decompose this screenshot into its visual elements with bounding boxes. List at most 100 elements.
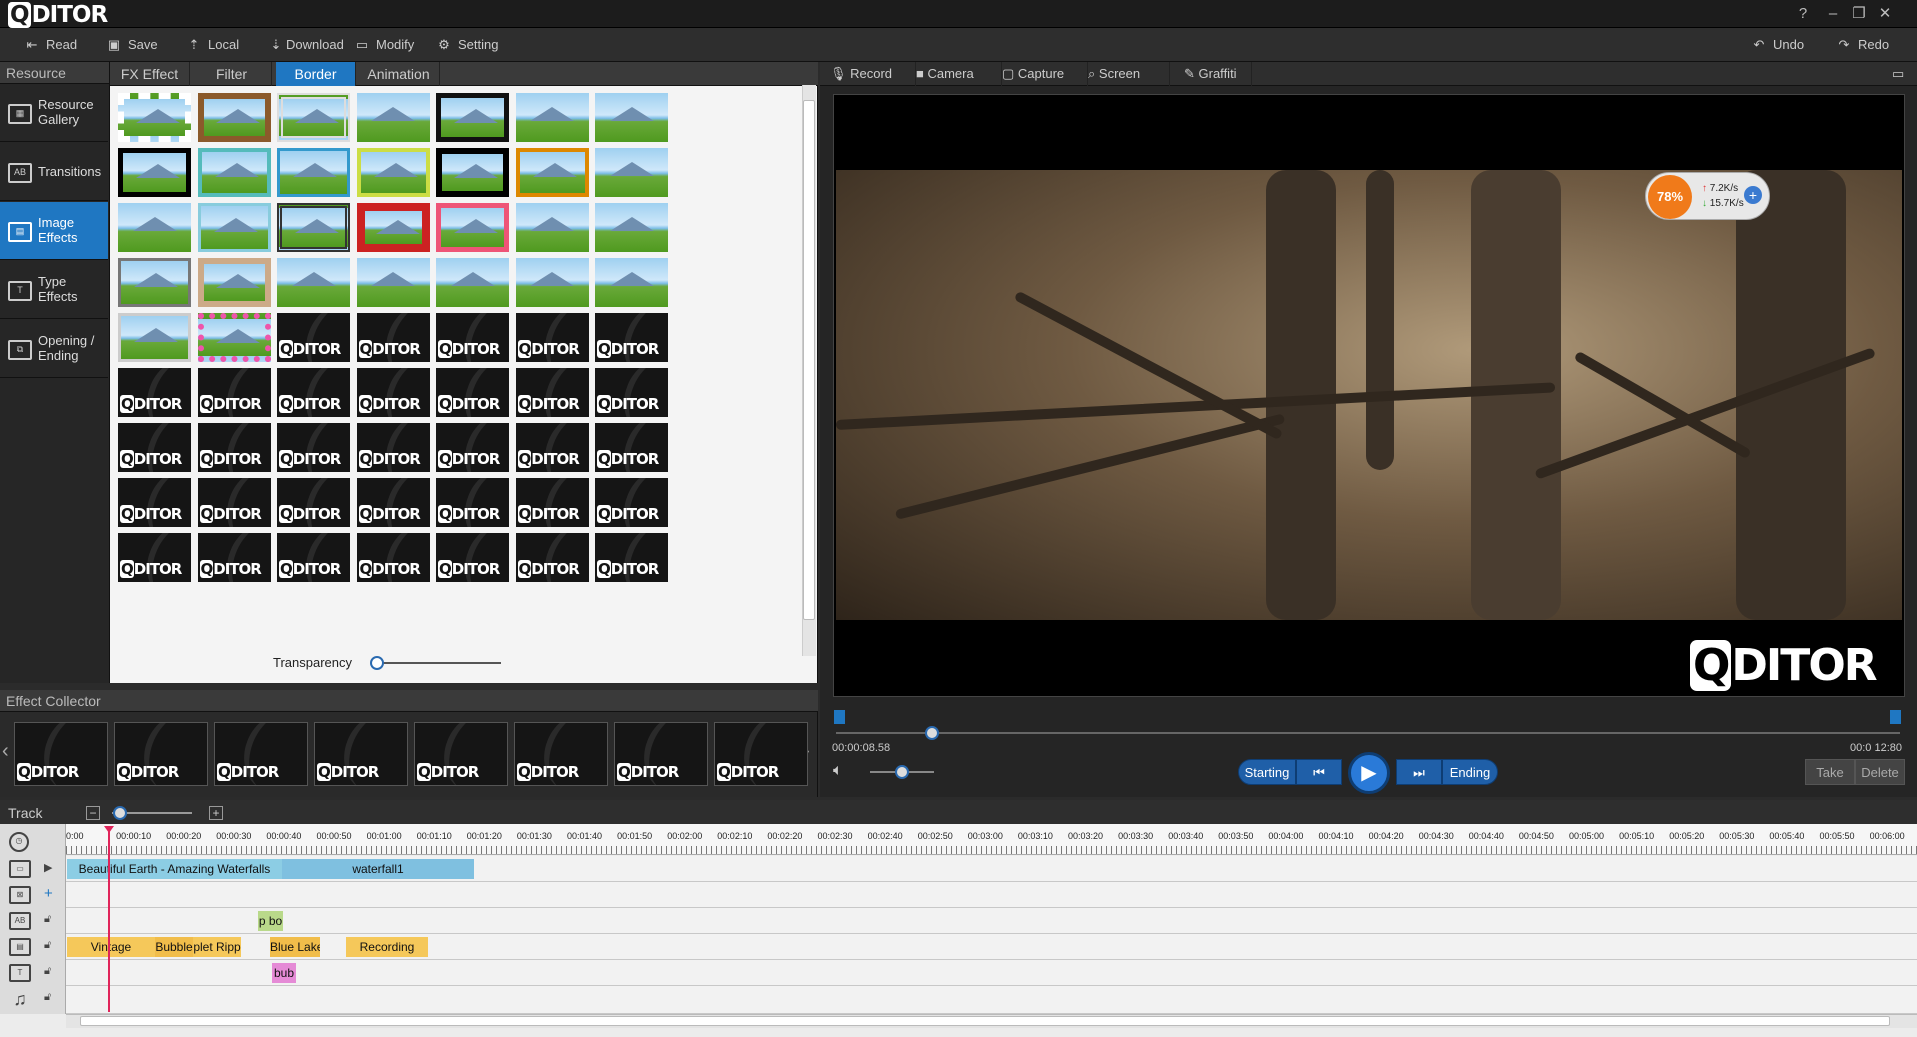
volume-slider-knob[interactable] xyxy=(895,765,909,779)
border-thumbnail[interactable] xyxy=(436,93,509,142)
placeholder-thumbnail[interactable]: QDITOR xyxy=(595,533,668,582)
placeholder-thumbnail[interactable]: QDITOR xyxy=(277,478,350,527)
placeholder-thumbnail[interactable]: QDITOR xyxy=(197,423,271,472)
border-thumbnail[interactable] xyxy=(356,148,430,197)
download-button[interactable]: ⇣ Download xyxy=(268,28,344,62)
border-thumbnail[interactable] xyxy=(118,93,191,142)
zoom-in-button[interactable]: + xyxy=(209,806,223,820)
placeholder-thumbnail[interactable]: QDITOR xyxy=(356,533,430,582)
collector-thumbnail[interactable]: QDITOR xyxy=(314,722,408,786)
tab-record[interactable]: 🎙︎ Record xyxy=(830,62,916,86)
placeholder-thumbnail[interactable]: QDITOR xyxy=(118,533,191,582)
transparency-slider-knob[interactable] xyxy=(370,656,384,670)
close-button[interactable]: ✕ xyxy=(1874,4,1896,24)
skip-back-button[interactable]: ⏮ xyxy=(1296,759,1342,785)
border-thumbnail[interactable] xyxy=(197,258,271,307)
border-thumbnail[interactable] xyxy=(515,258,589,307)
placeholder-thumbnail[interactable]: QDITOR xyxy=(515,423,589,472)
timeline-scrollbar-thumb[interactable] xyxy=(80,1016,1890,1026)
save-button[interactable]: ▣ Save xyxy=(106,28,158,62)
trim-end-marker[interactable] xyxy=(1890,710,1901,724)
placeholder-thumbnail[interactable]: QDITOR xyxy=(356,478,430,527)
border-thumbnail[interactable] xyxy=(197,313,271,362)
maximize-preview-icon[interactable]: ▭ xyxy=(1892,62,1910,86)
trim-start-marker[interactable] xyxy=(834,710,845,724)
track-row-music[interactable] xyxy=(66,986,1917,1014)
sidebar-item-resource-gallery[interactable]: ▦ Resource Gallery xyxy=(0,84,108,142)
playback-progress-knob[interactable] xyxy=(924,726,939,740)
tab-camera[interactable]: ■ Camera xyxy=(916,62,1002,86)
border-thumbnail[interactable] xyxy=(356,258,430,307)
placeholder-thumbnail[interactable]: QDITOR xyxy=(118,423,191,472)
playhead[interactable] xyxy=(108,828,110,1012)
tab-border[interactable]: Border xyxy=(276,62,356,86)
placeholder-thumbnail[interactable]: QDITOR xyxy=(595,478,668,527)
placeholder-thumbnail[interactable]: QDITOR xyxy=(277,423,350,472)
border-thumbnail[interactable] xyxy=(436,148,509,197)
border-thumbnail[interactable] xyxy=(595,203,668,252)
placeholder-thumbnail[interactable]: QDITOR xyxy=(118,368,191,417)
border-thumbnail[interactable] xyxy=(197,93,271,142)
track-row-effects[interactable] xyxy=(66,934,1917,960)
placeholder-thumbnail[interactable]: QDITOR xyxy=(197,368,271,417)
border-thumbnail[interactable] xyxy=(515,203,589,252)
transparency-slider[interactable] xyxy=(373,662,501,664)
effect-clip[interactable]: plet Ripp xyxy=(193,937,241,957)
video-clip[interactable]: waterfall1 xyxy=(282,859,474,879)
placeholder-thumbnail[interactable]: QDITOR xyxy=(356,313,430,362)
collector-thumbnail[interactable]: QDITOR xyxy=(214,722,308,786)
video-track-play-icon[interactable]: ▶ xyxy=(44,861,52,874)
help-button[interactable]: ? xyxy=(1792,4,1814,24)
sidebar-item-transitions[interactable]: AB Transitions xyxy=(0,143,108,201)
border-thumbnail[interactable] xyxy=(277,148,350,197)
collector-thumbnail[interactable]: QDITOR xyxy=(14,722,108,786)
placeholder-thumbnail[interactable]: QDITOR xyxy=(595,368,668,417)
placeholder-thumbnail[interactable]: QDITOR xyxy=(436,313,509,362)
placeholder-thumbnail[interactable]: QDITOR xyxy=(197,533,271,582)
read-button[interactable]: ⇤ Read xyxy=(24,28,78,62)
text-lock-icon[interactable]: 🔓︎ xyxy=(44,965,51,978)
effect-clip[interactable]: Bubble xyxy=(155,937,193,957)
border-thumbnail[interactable] xyxy=(436,258,509,307)
take-button[interactable]: Take xyxy=(1805,759,1855,785)
tab-capture[interactable]: ▢ Capture xyxy=(1002,62,1088,86)
border-thumbnail[interactable] xyxy=(118,148,191,197)
border-thumbnail[interactable] xyxy=(277,258,350,307)
border-thumbnail[interactable] xyxy=(277,203,350,252)
border-thumbnail[interactable] xyxy=(356,203,430,252)
border-thumbnail[interactable] xyxy=(277,93,350,142)
modify-button[interactable]: ▭ Modify xyxy=(354,28,414,62)
sidebar-item-type-effects[interactable]: T Type Effects xyxy=(0,261,108,319)
zoom-out-button[interactable]: − xyxy=(86,806,100,820)
placeholder-thumbnail[interactable]: QDITOR xyxy=(515,368,589,417)
collector-prev-arrow[interactable]: ‹ xyxy=(2,740,9,763)
undo-button[interactable]: ↶ Undo xyxy=(1751,28,1805,62)
border-thumbnail[interactable] xyxy=(595,148,668,197)
placeholder-thumbnail[interactable]: QDITOR xyxy=(436,478,509,527)
border-thumbnail[interactable] xyxy=(118,203,191,252)
delete-button[interactable]: Delete xyxy=(1855,759,1905,785)
text-clip[interactable]: bub xyxy=(272,963,296,983)
border-thumbnail[interactable] xyxy=(356,93,430,142)
play-button[interactable]: ▶ xyxy=(1348,752,1390,794)
placeholder-thumbnail[interactable]: QDITOR xyxy=(356,368,430,417)
placeholder-thumbnail[interactable]: QDITOR xyxy=(118,478,191,527)
effect-scrollbar-thumb[interactable] xyxy=(803,100,815,620)
border-thumbnail[interactable] xyxy=(436,203,509,252)
placeholder-thumbnail[interactable]: QDITOR xyxy=(356,423,430,472)
collector-thumbnail[interactable]: QDITOR xyxy=(614,722,708,786)
border-thumbnail[interactable] xyxy=(515,148,589,197)
border-thumbnail[interactable] xyxy=(515,93,589,142)
border-thumbnail[interactable] xyxy=(197,148,271,197)
ending-button[interactable]: Ending xyxy=(1442,759,1498,785)
tab-animation[interactable]: Animation xyxy=(358,62,440,86)
redo-button[interactable]: ↷ Redo xyxy=(1836,28,1890,62)
placeholder-thumbnail[interactable]: QDITOR xyxy=(595,423,668,472)
tab-screen[interactable]: ⌕ Screen xyxy=(1088,62,1170,86)
restore-button[interactable]: ❐ xyxy=(1848,4,1870,24)
effect-clip[interactable]: Recording xyxy=(346,937,428,957)
tab-filter[interactable]: Filter xyxy=(192,62,272,86)
border-thumbnail[interactable] xyxy=(197,203,271,252)
effect-clip[interactable]: Blue Lake xyxy=(270,937,320,957)
placeholder-thumbnail[interactable]: QDITOR xyxy=(277,368,350,417)
